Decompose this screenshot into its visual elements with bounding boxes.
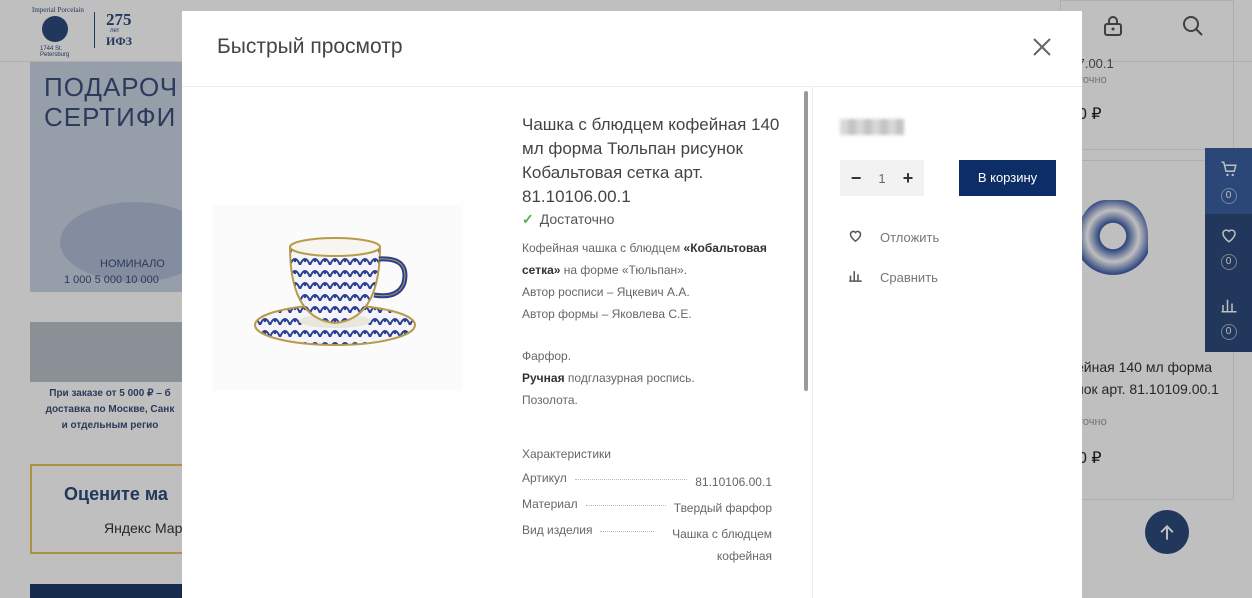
cup-illustration: [254, 237, 416, 346]
price-placeholder: [840, 119, 904, 135]
quantity-value[interactable]: 1: [878, 171, 885, 186]
dotted-leader: [574, 479, 688, 480]
characteristic-value: 81.10106.00.1: [695, 475, 772, 489]
dotted-leader: [600, 531, 654, 532]
compare-icon: [846, 268, 864, 287]
check-icon: ✓: [522, 211, 534, 227]
stock-label: Достаточно: [539, 211, 615, 227]
close-icon: [1033, 31, 1051, 62]
paint-bold: Ручная: [522, 371, 565, 385]
characteristic-key: Артикул: [522, 471, 567, 485]
compare-label: Сравнить: [880, 269, 938, 285]
add-to-cart-button[interactable]: В корзину: [959, 160, 1056, 196]
characteristic-row: Материал Твердый фарфор: [522, 497, 772, 519]
quantity-stepper: − 1 +: [840, 160, 924, 196]
characteristics-title: Характеристики: [522, 447, 611, 461]
modal-title: Быстрый просмотр: [217, 35, 403, 58]
product-description: Чашка с блюдцем кофейная 140 мл форма Тю…: [522, 91, 812, 598]
product-name: Чашка с блюдцем кофейная 140 мл форма Тю…: [522, 115, 780, 206]
dotted-leader: [585, 505, 666, 506]
characteristic-key: Материал: [522, 497, 578, 511]
characteristic-row: Артикул 81.10106.00.1: [522, 471, 772, 493]
characteristic-key: Вид изделия: [522, 523, 593, 537]
gilding-line: Позолота.: [522, 393, 578, 407]
compare-button[interactable]: Сравнить: [846, 267, 938, 287]
increase-button[interactable]: +: [900, 168, 916, 189]
column-divider: [812, 87, 813, 598]
stock-status: ✓ Достаточно: [522, 211, 614, 228]
product-image[interactable]: [212, 205, 462, 391]
material-line: Фарфор.: [522, 349, 572, 363]
paint-rest: подглазурная роспись.: [564, 371, 695, 385]
description-scrollbar[interactable]: [804, 91, 808, 391]
modal-header: Быстрый просмотр: [182, 11, 1082, 87]
characteristic-value: Чашка с блюдцем кофейная: [672, 527, 772, 563]
characteristic-row: Вид изделия Чашка с блюдцем кофейная: [522, 523, 772, 567]
desc-part1: Кофейная чашка с блюдцем: [522, 241, 684, 255]
close-button[interactable]: [1030, 35, 1054, 59]
postpone-button[interactable]: Отложить: [846, 227, 939, 247]
desc-line: Кофейная чашка с блюдцем «Кобальтовая се…: [522, 237, 772, 281]
desc-part2: на форме «Тюльпан».: [560, 263, 688, 277]
painter-line: Автор росписи – Яцкевич А.А.: [522, 285, 690, 299]
postpone-label: Отложить: [880, 229, 940, 245]
former-line: Автор формы – Яковлева С.Е.: [522, 307, 692, 321]
heart-icon: [846, 228, 864, 247]
quick-view-modal: Быстрый просмотр Чашка с блюдцем кофейна…: [182, 11, 1082, 598]
material-text: Фарфор. Ручная подглазурная роспись. Поз…: [522, 345, 695, 411]
characteristic-value: Твердый фарфор: [673, 501, 772, 515]
decrease-button[interactable]: −: [848, 168, 864, 189]
product-text: Кофейная чашка с блюдцем «Кобальтовая се…: [522, 237, 772, 325]
paint-line: Ручная подглазурная роспись.: [522, 367, 695, 389]
